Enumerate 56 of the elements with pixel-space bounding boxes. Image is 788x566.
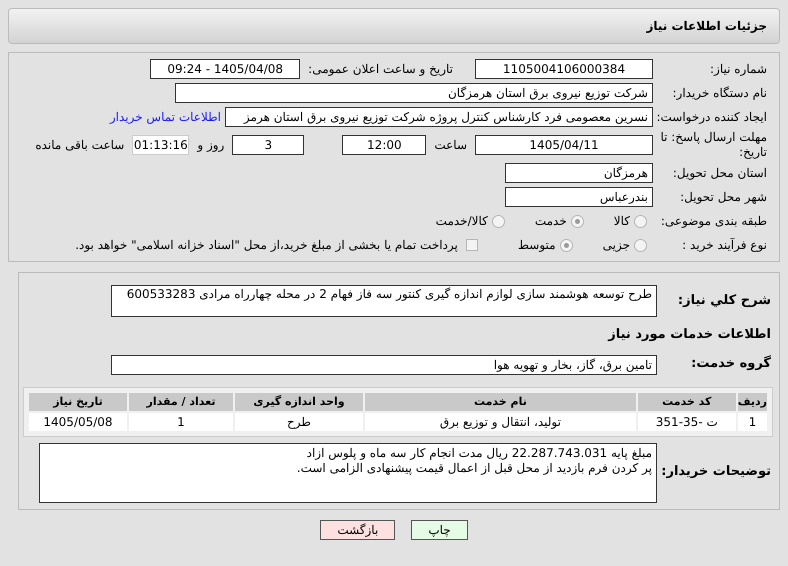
radio-button[interactable] (634, 238, 647, 252)
text-field[interactable]: 3 (232, 135, 304, 155)
radio-button[interactable] (560, 238, 573, 252)
field-label: نوع فرآیند خرید : (681, 238, 768, 252)
field-label: روز و (197, 137, 224, 154)
column-header: ردیف (736, 392, 768, 412)
table-cell: 1 (736, 412, 768, 432)
field-label: تاریخ و ساعت اعلان عمومی: (307, 62, 454, 76)
checkbox[interactable] (466, 239, 478, 251)
radio-label: کالا/خدمت (436, 213, 488, 230)
table-cell: تولید، انتقال و توزیع برق (364, 412, 637, 432)
text-field[interactable]: 1405/04/11 (475, 135, 653, 155)
field-label: نام دستگاه خریدار: (672, 86, 768, 100)
description-textarea[interactable]: طرح توسعه هوشمند سازی لوازم اندازه گیری کنتور سه فاز فهام 2 در محله چهارراه مرادی 600533283 (111, 285, 657, 317)
radio-button[interactable] (634, 214, 647, 228)
text-field[interactable]: بندرعباس (505, 187, 653, 207)
radio-button[interactable] (570, 214, 584, 228)
field-label: مهلت ارسال پاسخ: تا تاریخ: (659, 130, 768, 160)
text-field[interactable]: 1105004106000384 (475, 59, 653, 79)
notes-textarea[interactable]: مبلغ پایه 22.287.743.031 ریال مدت انجام کار سه ماه و پلوس ازاد پر کردن فرم بازدید از محل قبل از اعمال قیمت پیشنهادی الزامی است. (39, 442, 657, 502)
notes-line: مبلغ پایه 22.287.743.031 ریال مدت انجام کار سه ماه و پلوس ازاد (306, 446, 652, 460)
text-field[interactable]: نسرین معصومی فرد کارشناس کنترل پروژه شرکت توزیع نیروی برق استان هرمز (225, 107, 653, 127)
field-label: شماره نیاز: (709, 62, 768, 76)
page-title: جزئیات اطلاعات نیاز (646, 18, 767, 35)
field-label: استان محل تحویل: (672, 166, 768, 180)
section-title: اطلاعات خدمات مورد نیاز (606, 326, 772, 344)
column-header: نام خدمت (364, 392, 637, 412)
notes-line: پر کردن فرم بازدید از محل قبل از اعمال قیمت پیشنهادی الزامی است. (296, 460, 652, 476)
field-label: ایجاد کننده درخواست: (655, 110, 768, 124)
checkbox-label: پرداخت تمام یا بخشی از مبلغ خرید،از محل "اسناد خزانه اسلامی" خواهد بود. (75, 237, 458, 254)
text-field[interactable]: 1405/04/08 - 09:24 (150, 59, 300, 79)
field-label: طبقه بندی موضوعی: (660, 214, 768, 228)
field-label: گروه خدمت: (690, 356, 772, 373)
field-label: ساعت (434, 137, 467, 154)
text-field[interactable]: شرکت توزیع نیروی برق استان هرمزگان (175, 83, 653, 103)
radio-label: کالا (614, 213, 630, 230)
radio-button[interactable] (492, 214, 505, 228)
back-button[interactable]: بازگشت (320, 520, 396, 540)
text-field[interactable]: تامین برق، گاز، بخار و تهویه هوا (111, 354, 657, 374)
column-header: واحد اندازه گیری (234, 392, 364, 412)
radio-label: خدمت (534, 213, 567, 230)
field-label: شهر محل تحویل: (679, 190, 768, 204)
remaining-time[interactable]: 01:13:16 (132, 135, 190, 155)
buyer-contact-link[interactable]: اطلاعات تماس خریدار (110, 108, 221, 126)
text-field[interactable]: هرمزگان (505, 163, 653, 183)
table-cell: ت -35-351 (636, 412, 737, 432)
field-label: توضیحات خریدار: (660, 464, 772, 481)
radio-label: متوسط (518, 237, 556, 254)
print-button[interactable]: چاپ (411, 520, 468, 540)
text-field[interactable]: 12:00 (342, 135, 426, 155)
radio-label: جزیی (602, 237, 630, 254)
column-header: تعداد / مقدار (128, 392, 234, 412)
column-header: کد خدمت (636, 392, 737, 412)
field-label: ساعت باقی مانده (35, 137, 124, 154)
field-label: شرح کلي نياز: (676, 292, 772, 310)
column-header: تاریخ نیاز (28, 392, 128, 412)
